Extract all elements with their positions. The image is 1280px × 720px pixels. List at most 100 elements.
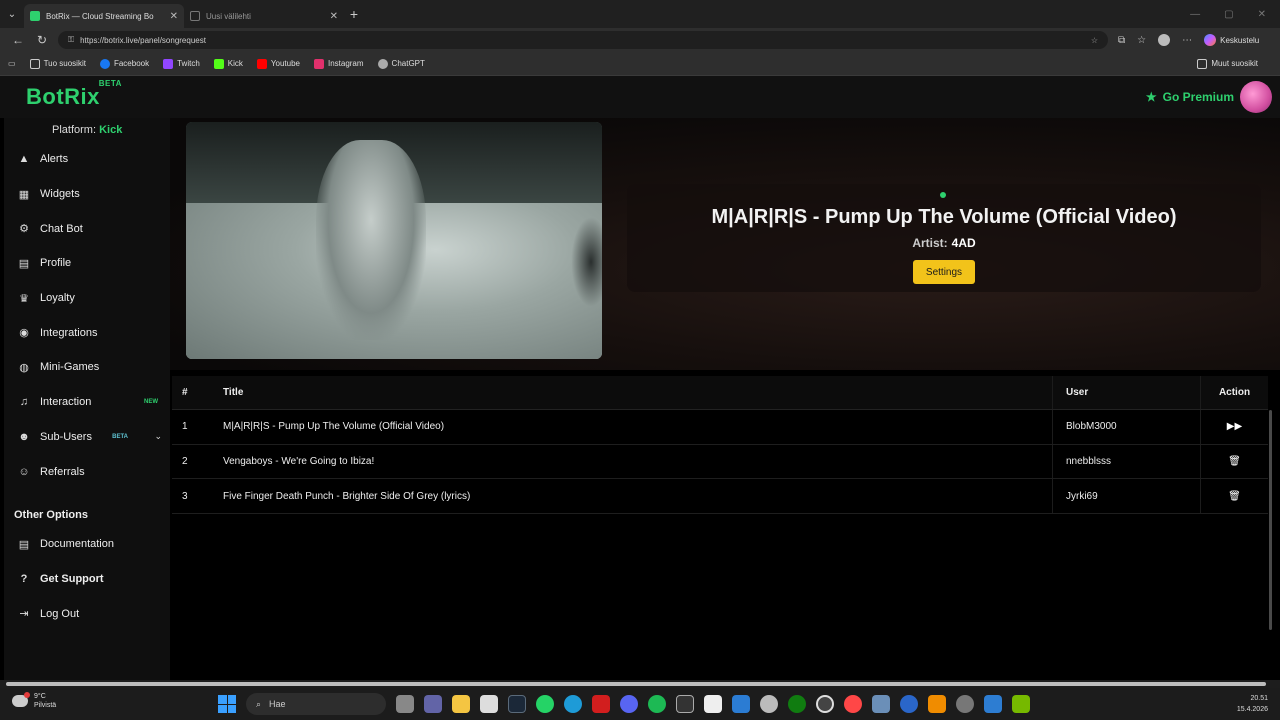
l-app-icon[interactable] xyxy=(592,695,610,713)
reload-icon[interactable]: ↻ xyxy=(30,33,54,47)
bookmark-instagram[interactable]: Instagram xyxy=(313,58,364,69)
favorites-icon[interactable]: ☆ xyxy=(1137,35,1146,46)
scrollbar-thumb[interactable] xyxy=(6,682,1266,686)
control-panel-icon[interactable] xyxy=(872,695,890,713)
sidebar-item-loyalty[interactable]: ♛ Loyalty xyxy=(4,281,170,316)
sidebar-item-chat-bot[interactable]: ⚙ Chat Bot xyxy=(4,211,170,246)
snipping-tool-icon[interactable] xyxy=(984,695,1002,713)
notepad-icon[interactable] xyxy=(704,695,722,713)
new-tab-button[interactable]: + xyxy=(344,6,364,22)
sidebar-item-interaction[interactable]: ♫ Interaction NEW xyxy=(4,385,170,420)
sidebar-item-sub-users[interactable]: ☻ Sub-Users BETA ⌄ xyxy=(4,420,170,455)
horizontal-scrollbar[interactable] xyxy=(0,680,1280,688)
profile-icon[interactable] xyxy=(1158,34,1171,46)
favorite-star-icon[interactable]: ☆ xyxy=(1091,36,1098,45)
clock-date: 15.4.2026 xyxy=(1236,706,1268,713)
skip-button[interactable]: ▶▶ xyxy=(1200,410,1268,444)
chevron-down-icon[interactable]: ⌄ xyxy=(154,431,162,442)
twitch-icon xyxy=(163,58,174,69)
task-view-icon[interactable] xyxy=(396,695,414,713)
tab-actions-menu[interactable]: ⌄ xyxy=(0,0,24,28)
star-icon: ★ xyxy=(1145,90,1157,104)
sidebar-item-profile[interactable]: ▤ Profile xyxy=(4,246,170,281)
taskbar-search[interactable]: ⌕ Hae xyxy=(246,693,386,715)
nvidia-icon[interactable] xyxy=(1012,695,1030,713)
sidebar-item-integrations[interactable]: ◉ Integrations xyxy=(4,315,170,350)
steam-icon[interactable] xyxy=(508,695,526,713)
bookmark-kick[interactable]: Kick xyxy=(213,58,243,69)
referrals-icon: ☺ xyxy=(18,465,30,478)
discord-icon[interactable] xyxy=(620,695,638,713)
bookmark-facebook[interactable]: Facebook xyxy=(99,58,149,69)
logo-text: BotRix xyxy=(26,84,100,109)
start-button[interactable] xyxy=(218,695,236,713)
more-options-icon[interactable]: ⋯ xyxy=(1182,35,1192,46)
other-bookmarks[interactable]: Muut suosikit xyxy=(1197,58,1258,69)
video-player[interactable] xyxy=(186,122,602,359)
browser-tab-inactive[interactable]: Uusi välilehti ✕ xyxy=(184,4,344,28)
close-tab-icon[interactable]: ✕ xyxy=(170,11,178,22)
site-info-icon[interactable]: ⚿ xyxy=(68,35,74,45)
row-num: 3 xyxy=(182,490,188,502)
delete-button[interactable]: 🗑 xyxy=(1200,444,1268,479)
delete-button[interactable]: 🗑 xyxy=(1200,479,1268,514)
settings-button[interactable]: Settings xyxy=(913,260,975,284)
sidebar-item-referrals[interactable]: ☺ Referrals xyxy=(4,454,170,489)
vertical-scrollbar[interactable] xyxy=(1269,410,1272,630)
sidebar-item-label: Mini-Games xyxy=(40,361,100,374)
g-app-icon[interactable] xyxy=(676,695,694,713)
minimize-icon[interactable]: — xyxy=(1190,9,1200,20)
sidebar-item-get-support[interactable]: ? Get Support xyxy=(4,562,170,597)
copilot-icon xyxy=(1204,34,1217,46)
magnet-app-icon[interactable] xyxy=(900,695,918,713)
vlc-icon[interactable] xyxy=(928,695,946,713)
store-icon[interactable] xyxy=(480,695,498,713)
grid-icon: ▦ xyxy=(18,188,30,201)
copilot-button[interactable]: Keskustelu xyxy=(1204,34,1259,46)
taskbar-apps: ⌕ Hae xyxy=(218,693,1030,715)
bookmark-chatgpt[interactable]: ChatGPT xyxy=(377,58,425,69)
sidebar-item-label: Profile xyxy=(40,257,72,270)
spotify-icon[interactable] xyxy=(648,695,666,713)
sidebar-item-documentation[interactable]: ▤ Documentation xyxy=(4,527,170,562)
video-frame-astronaut xyxy=(316,140,426,340)
mail-icon[interactable] xyxy=(732,695,750,713)
chatgpt-app-icon[interactable] xyxy=(956,695,974,713)
close-tab-icon[interactable]: ✕ xyxy=(330,11,338,22)
botrix-logo[interactable]: BotRix BETA xyxy=(26,79,121,110)
system-clock[interactable]: 20.51 15.4.2026 xyxy=(1237,693,1268,715)
go-premium-button[interactable]: ★ Go Premium xyxy=(1146,90,1234,104)
user-avatar[interactable] xyxy=(1240,81,1272,113)
sidebar-item-widgets[interactable]: ▦ Widgets xyxy=(4,177,170,212)
browser-tab-bar: ⌄ BotRix — Cloud Streaming Bo ✕ Uusi väl… xyxy=(0,0,1280,28)
question-icon: ? xyxy=(20,572,28,585)
sidebar-item-log-out[interactable]: ⇥ Log Out xyxy=(4,596,170,631)
bookmark-label: Twitch xyxy=(177,59,200,68)
youtube-icon xyxy=(256,58,267,69)
clock-time: 20.51 xyxy=(1250,695,1268,702)
file-explorer-icon[interactable] xyxy=(452,695,470,713)
obs-icon[interactable] xyxy=(816,695,834,713)
edge-icon[interactable] xyxy=(564,695,582,713)
xbox-icon[interactable] xyxy=(788,695,806,713)
trash-icon: 🗑 xyxy=(1228,456,1241,468)
teams-icon[interactable] xyxy=(424,695,442,713)
url-field[interactable]: ⚿ https://botrix.live/panel/songrequest … xyxy=(58,31,1108,49)
whatsapp-icon[interactable] xyxy=(536,695,554,713)
close-window-icon[interactable]: ✕ xyxy=(1258,9,1266,20)
bookmark-youtube[interactable]: Youtube xyxy=(256,58,300,69)
sidebar-item-mini-games[interactable]: ◍ Mini-Games xyxy=(4,350,170,385)
weather-widget[interactable]: 9°C Pilvistä xyxy=(12,692,56,710)
logout-icon: ⇥ xyxy=(19,608,29,621)
extensions-icon[interactable]: ⧉ xyxy=(1118,35,1125,46)
bookmark-twitch[interactable]: Twitch xyxy=(163,58,200,69)
back-icon[interactable]: ← xyxy=(6,33,30,47)
ea-icon[interactable] xyxy=(844,695,862,713)
sidebar-toggle-icon[interactable]: ▭ xyxy=(8,59,16,68)
settings-gear-icon[interactable] xyxy=(760,695,778,713)
maximize-icon[interactable]: ▢ xyxy=(1224,9,1233,20)
sidebar-item-label: Sub-Users xyxy=(40,430,92,443)
browser-tab-active[interactable]: BotRix — Cloud Streaming Bo ✕ xyxy=(24,4,184,28)
sidebar-item-alerts[interactable]: ▲ Alerts xyxy=(4,142,170,177)
bookmark-import[interactable]: Tuo suosikit xyxy=(29,58,86,69)
